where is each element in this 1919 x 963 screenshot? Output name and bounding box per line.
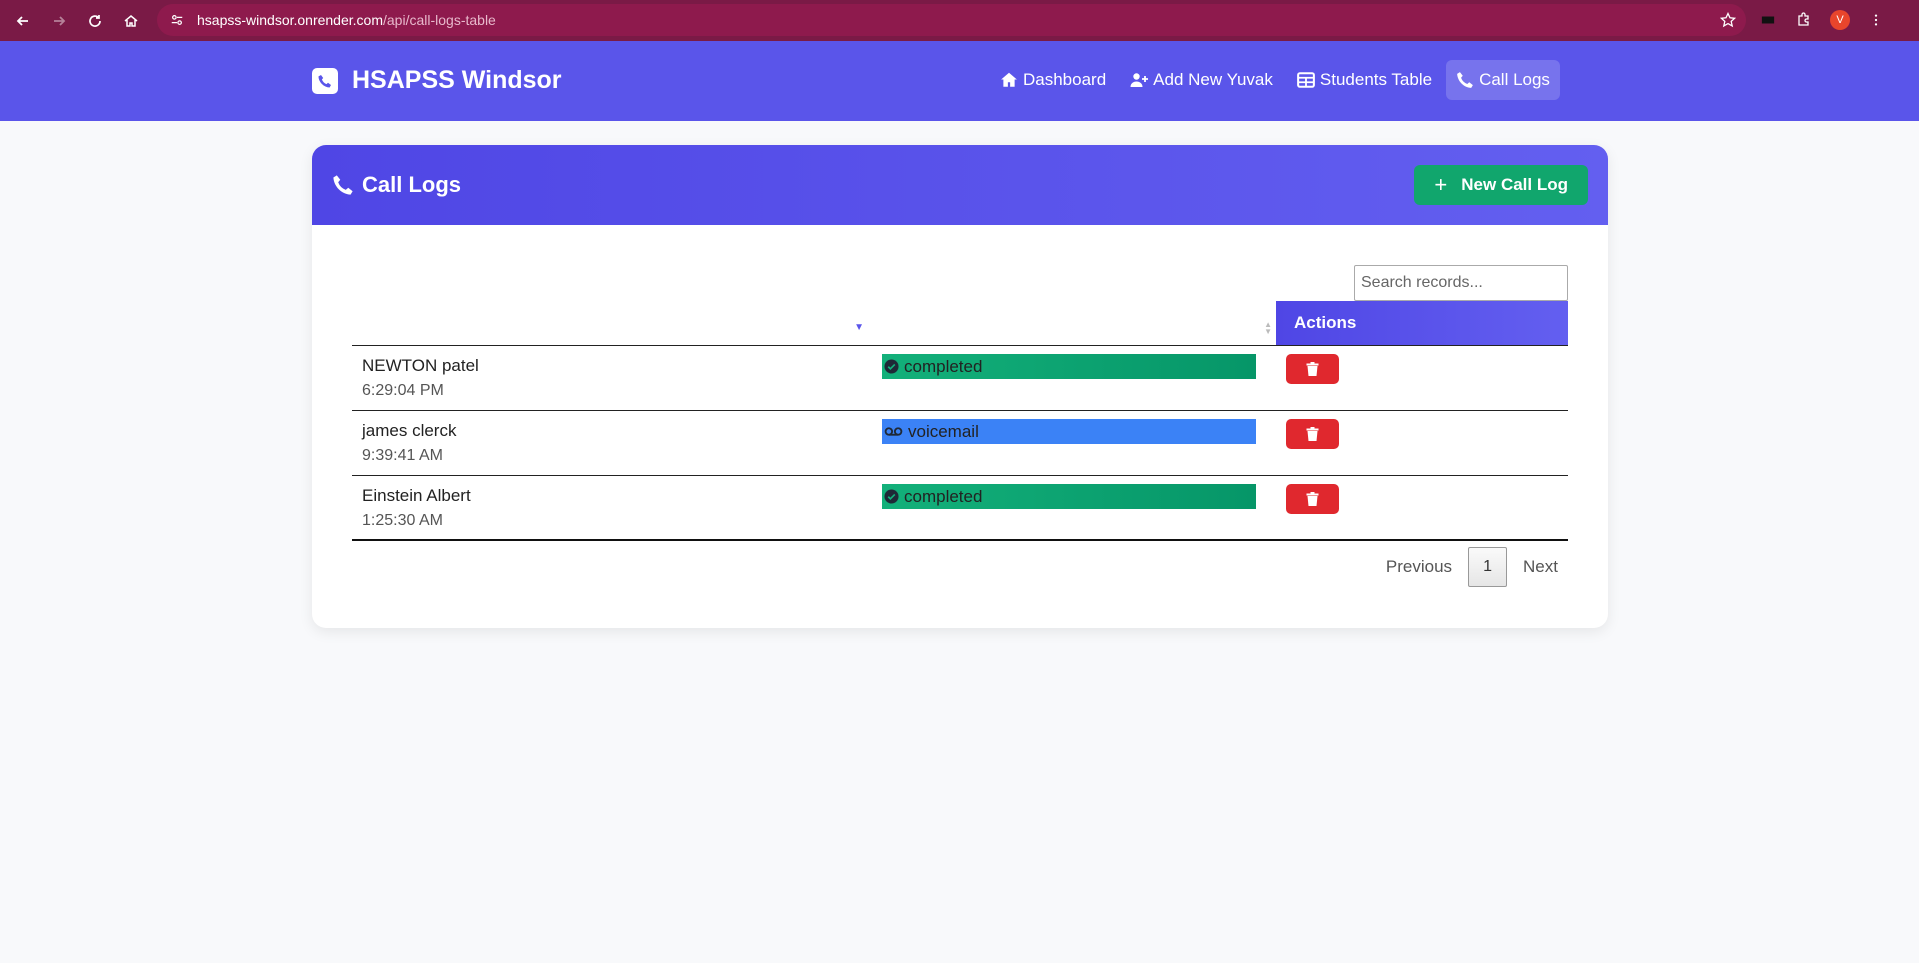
nav-links: Dashboard Add New Yuvak Students Table C… xyxy=(990,60,1560,100)
forward-icon[interactable] xyxy=(41,3,77,39)
status-text: voicemail xyxy=(908,421,979,441)
table-row: NEWTON patel 6:29:04 PM completed xyxy=(352,346,1568,411)
column-header-status[interactable]: ▲ ▼ xyxy=(872,301,1276,345)
brand[interactable]: HSAPSS Windsor xyxy=(312,66,562,95)
status-cell: completed xyxy=(872,476,1276,539)
url-path: /api/call-logs-table xyxy=(383,12,496,28)
trash-icon xyxy=(1306,362,1319,376)
nav-call-logs[interactable]: Call Logs xyxy=(1446,60,1560,100)
page-title-text: Call Logs xyxy=(362,172,462,197)
call-time: 6:29:04 PM xyxy=(362,382,444,399)
caller-name: Einstein Albert xyxy=(362,486,471,505)
table-row: Einstein Albert 1:25:30 AM completed xyxy=(352,476,1568,541)
nav-students-table-label: Students Table xyxy=(1319,70,1433,89)
user-plus-icon xyxy=(1130,73,1149,87)
trash-icon xyxy=(1306,427,1319,441)
browser-toolbar: hsapss-windsor.onrender.com/api/call-log… xyxy=(0,0,1919,41)
caller-cell: james clerck 9:39:41 AM xyxy=(352,411,872,475)
browser-actions: V xyxy=(1755,6,1889,34)
new-call-log-label: New Call Log xyxy=(1461,175,1568,194)
column-header-actions: Actions xyxy=(1276,301,1568,345)
url-host: hsapss-windsor.onrender.com xyxy=(197,12,383,28)
check-circle-icon xyxy=(884,359,899,374)
url-text: hsapss-windsor.onrender.com/api/call-log… xyxy=(197,12,496,28)
bookmark-star-icon[interactable] xyxy=(1719,11,1737,28)
back-icon[interactable] xyxy=(5,3,41,39)
profile-initial: V xyxy=(1830,10,1850,30)
next-page-link[interactable]: Next xyxy=(1513,557,1568,577)
reload-icon[interactable] xyxy=(77,3,113,39)
actions-cell xyxy=(1276,476,1568,539)
home-browser-icon[interactable] xyxy=(113,3,149,39)
call-time: 9:39:41 AM xyxy=(362,447,443,464)
table-icon xyxy=(1297,72,1315,88)
nav-dashboard-label: Dashboard xyxy=(1023,70,1107,89)
extensions-puzzle-icon[interactable] xyxy=(1791,6,1817,34)
pagination: Previous 1 Next xyxy=(1376,547,1568,587)
delete-button[interactable] xyxy=(1286,419,1339,449)
status-text: completed xyxy=(904,356,983,376)
site-info-icon[interactable] xyxy=(167,10,187,30)
sort-icon: ▲ ▼ xyxy=(1264,320,1272,336)
caller-cell: Einstein Albert 1:25:30 AM xyxy=(352,476,872,539)
caller-name: james clerck xyxy=(362,421,457,440)
column-header-name[interactable]: ▼ xyxy=(352,301,872,345)
trash-icon xyxy=(1306,492,1319,506)
extension-media-icon[interactable] xyxy=(1755,6,1781,34)
nav-add-new-yuvak-label: Add New Yuvak xyxy=(1153,70,1273,89)
app-navbar: HSAPSS Windsor Dashboard Add New Yuvak S… xyxy=(0,41,1919,121)
status-badge: completed xyxy=(882,354,1256,379)
nav-add-new-yuvak[interactable]: Add New Yuvak xyxy=(1120,60,1283,100)
new-call-log-button[interactable]: + New Call Log xyxy=(1414,165,1588,205)
actions-cell xyxy=(1276,411,1568,475)
nav-call-logs-label: Call Logs xyxy=(1479,70,1550,89)
brand-name: HSAPSS Windsor xyxy=(352,66,562,94)
call-logs-table: ▼ ▲ ▼ Actions NEWTON patel 6:29:04 PM com… xyxy=(352,301,1568,541)
check-circle-icon xyxy=(884,489,899,504)
address-bar[interactable]: hsapss-windsor.onrender.com/api/call-log… xyxy=(157,4,1746,36)
card-header: Call Logs + New Call Log xyxy=(312,145,1608,225)
page-title: Call Logs xyxy=(332,172,461,198)
nav-students-table[interactable]: Students Table xyxy=(1287,60,1442,100)
call-time: 1:25:30 AM xyxy=(362,512,443,529)
caller-name: NEWTON patel xyxy=(362,356,479,375)
voicemail-icon xyxy=(884,427,903,436)
table-row: james clerck 9:39:41 AM voicemail xyxy=(352,411,1568,476)
status-text: completed xyxy=(904,486,983,506)
plus-icon: + xyxy=(1434,172,1448,197)
search-input[interactable] xyxy=(1354,265,1568,301)
delete-button[interactable] xyxy=(1286,484,1339,514)
actions-cell xyxy=(1276,346,1568,410)
table-header: ▼ ▲ ▼ Actions xyxy=(352,301,1568,346)
caller-cell: NEWTON patel 6:29:04 PM xyxy=(352,346,872,410)
status-cell: voicemail xyxy=(872,411,1276,475)
phone-icon xyxy=(333,175,353,195)
phone-square-icon xyxy=(312,67,338,94)
status-badge: completed xyxy=(882,484,1256,509)
sort-desc-icon: ▼ xyxy=(854,322,864,333)
status-cell: completed xyxy=(872,346,1276,410)
call-logs-card: Call Logs + New Call Log ▼ ▲▼ Actions NE… xyxy=(312,145,1608,628)
phone-icon xyxy=(1457,72,1473,88)
previous-page-link[interactable]: Previous xyxy=(1376,557,1462,577)
delete-button[interactable] xyxy=(1286,354,1339,384)
column-header-actions-label: Actions xyxy=(1294,313,1357,332)
home-icon xyxy=(1001,72,1017,87)
page-number-button[interactable]: 1 xyxy=(1468,547,1508,587)
browser-menu-icon[interactable] xyxy=(1863,6,1889,34)
status-badge: voicemail xyxy=(882,419,1256,444)
nav-dashboard[interactable]: Dashboard xyxy=(990,60,1116,100)
profile-avatar[interactable]: V xyxy=(1827,6,1853,34)
